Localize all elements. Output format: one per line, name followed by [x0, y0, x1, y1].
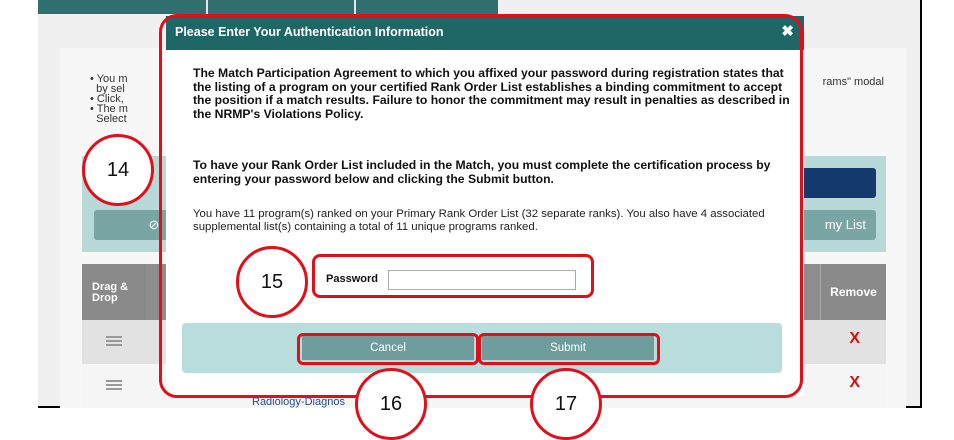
cancel-highlight	[297, 333, 479, 365]
callout-16: 16	[355, 368, 427, 440]
background-right-text: rams" modal	[822, 76, 884, 88]
password-highlight	[312, 254, 594, 298]
my-list-button[interactable]: my List	[794, 210, 876, 240]
col-remove: Remove	[820, 264, 886, 320]
bullet-line: Select	[96, 113, 127, 125]
tab-separator	[354, 0, 356, 14]
screenshot-stage: • You m by sel • Click, • The m Select r…	[0, 0, 954, 440]
remove-icon[interactable]: X	[849, 330, 860, 348]
block-icon: ⊘	[148, 217, 160, 232]
drag-handle-icon[interactable]	[106, 336, 122, 346]
background-tab-bar	[38, 0, 498, 14]
drag-handle-icon[interactable]	[106, 380, 122, 390]
tab-separator	[206, 0, 208, 14]
callout-15: 15	[236, 246, 308, 318]
remove-icon[interactable]: X	[849, 374, 860, 392]
certify-list-button[interactable]	[794, 168, 876, 198]
col-drag-drop: Drag & Drop	[82, 264, 146, 320]
submit-highlight	[478, 333, 660, 365]
callout-17: 17	[530, 368, 602, 440]
callout-14: 14	[82, 134, 154, 206]
background-instructions: • You m by sel • Click, • The m Select	[90, 74, 128, 125]
